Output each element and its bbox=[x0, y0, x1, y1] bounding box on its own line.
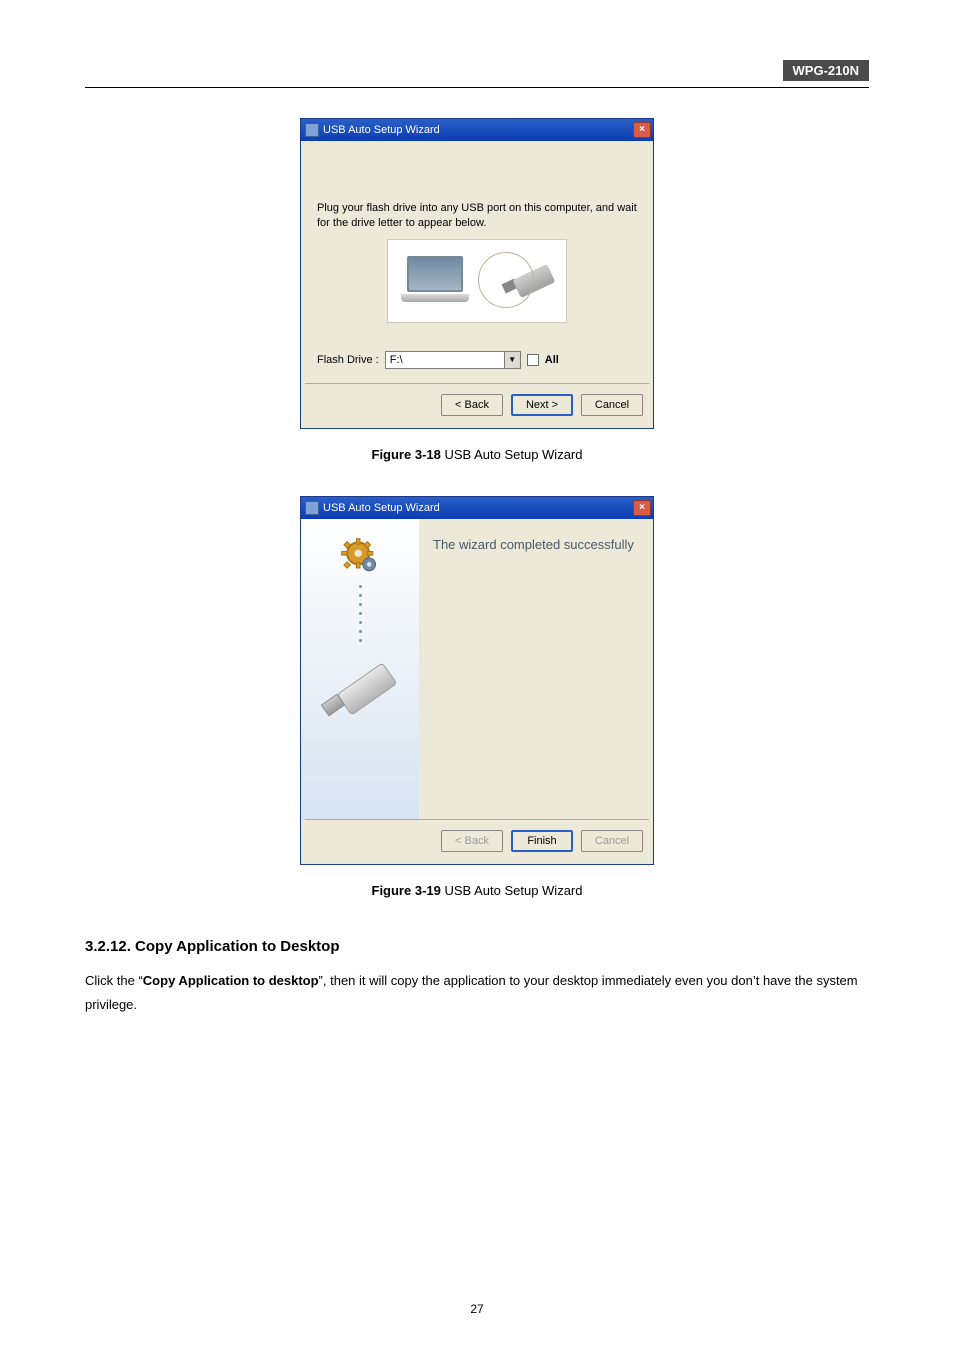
wizard-titlebar[interactable]: USB Auto Setup Wizard × bbox=[301, 497, 653, 519]
close-icon[interactable]: × bbox=[633, 122, 651, 138]
usb-wizard-complete-dialog: USB Auto Setup Wizard × bbox=[300, 496, 654, 865]
laptop-icon bbox=[401, 256, 469, 306]
window-icon bbox=[305, 123, 319, 137]
back-button[interactable]: < Back bbox=[441, 394, 503, 416]
next-button[interactable]: Next > bbox=[511, 394, 573, 416]
usb-wizard-step-dialog: USB Auto Setup Wizard × Plug your flash … bbox=[300, 118, 654, 429]
wizard-instruction: Plug your flash drive into any USB port … bbox=[317, 201, 637, 231]
product-badge: WPG-210N bbox=[783, 60, 869, 81]
wizard-sidebar bbox=[301, 519, 419, 819]
header-rule bbox=[85, 87, 869, 88]
all-checkbox[interactable] bbox=[527, 354, 539, 366]
wizard-illustration bbox=[387, 239, 567, 323]
window-icon bbox=[305, 501, 319, 515]
usb-drive-icon bbox=[317, 650, 403, 720]
wizard-title: USB Auto Setup Wizard bbox=[323, 124, 633, 136]
figure-caption-1: Figure 3-18 USB Auto Setup Wizard bbox=[85, 447, 869, 462]
finish-button[interactable]: Finish bbox=[511, 830, 573, 852]
back-button: < Back bbox=[441, 830, 503, 852]
close-icon[interactable]: × bbox=[633, 500, 651, 516]
cancel-button[interactable]: Cancel bbox=[581, 394, 643, 416]
wizard-title: USB Auto Setup Wizard bbox=[323, 502, 633, 514]
cancel-button: Cancel bbox=[581, 830, 643, 852]
flash-drive-selector[interactable] bbox=[385, 351, 505, 369]
wizard-titlebar[interactable]: USB Auto Setup Wizard × bbox=[301, 119, 653, 141]
figure-caption-2: Figure 3-19 USB Auto Setup Wizard bbox=[85, 883, 869, 898]
all-checkbox-label: All bbox=[545, 354, 559, 366]
gear-icon bbox=[338, 535, 382, 579]
section-heading: 3.2.12. Copy Application to Desktop bbox=[85, 938, 869, 955]
wizard-complete-heading: The wizard completed successfully bbox=[433, 537, 639, 552]
chevron-down-icon[interactable]: ▼ bbox=[505, 351, 521, 369]
page-number: 27 bbox=[0, 1302, 954, 1316]
section-paragraph: Click the “Copy Application to desktop”,… bbox=[85, 969, 869, 1018]
flash-drive-label: Flash Drive : bbox=[317, 354, 379, 366]
